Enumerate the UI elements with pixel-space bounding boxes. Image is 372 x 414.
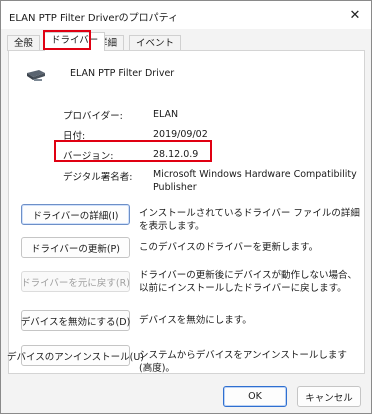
uninstall-device-button[interactable]: デバイスのアンインストール(U)	[7, 345, 144, 366]
window-title: ELAN PTP Filter Driverのプロパティ	[9, 13, 179, 24]
provider-label: プロバイダー:	[63, 111, 123, 122]
date-label: 日付:	[63, 131, 86, 142]
close-button[interactable]: ✕	[343, 4, 367, 26]
tab-bar: 全般 ドライバー 詳細 イベント	[1, 29, 371, 51]
version-value: 28.12.0.9	[153, 149, 199, 160]
device-name: ELAN PTP Filter Driver	[70, 68, 175, 79]
roll-back-driver-description: ドライバーの更新後にデバイスが動作しない場合、以前にインストールしたドライバーに…	[139, 270, 358, 294]
provider-value: ELAN	[153, 109, 179, 120]
signer-value-line: Microsoft Windows Hardware Compatibility	[153, 169, 357, 180]
date-value: 2019/09/02	[153, 129, 208, 140]
signer-value-line: Publisher	[153, 182, 197, 193]
close-icon: ✕	[349, 7, 361, 23]
properties-dialog: ELAN PTP Filter Driverのプロパティ ✕ 全般 ドライバー …	[0, 0, 372, 414]
touchpad-device-icon	[27, 70, 45, 81]
update-driver-description: このデバイスのドライバーを更新します。	[139, 242, 319, 253]
driver-panel: ELAN PTP Filter Driver プロバイダー: ELAN 日付: …	[7, 50, 365, 374]
version-label: バージョン:	[63, 151, 114, 162]
title-bar: ELAN PTP Filter Driverのプロパティ ✕	[1, 1, 371, 29]
roll-back-driver-button[interactable]: ドライバーを元に戻す(R)	[21, 271, 130, 292]
tab-events[interactable]: イベント	[129, 35, 182, 51]
ok-button[interactable]: OK	[223, 386, 287, 407]
disable-device-description: デバイスを無効にします。	[139, 315, 252, 326]
signer-label: デジタル署名者:	[63, 172, 133, 183]
driver-details-description: インストールされているドライバー ファイルの詳細を表示します。	[139, 208, 360, 232]
signer-value: Microsoft Windows Hardware Compatibility…	[153, 168, 357, 194]
update-driver-button[interactable]: ドライバーの更新(P)	[21, 237, 130, 258]
cancel-button[interactable]: キャンセル	[297, 386, 361, 407]
tab-driver[interactable]: ドライバー	[44, 32, 106, 51]
driver-details-button[interactable]: ドライバーの詳細(I)	[21, 204, 130, 225]
tab-general[interactable]: 全般	[7, 35, 41, 51]
disable-device-button[interactable]: デバイスを無効にする(D)	[21, 310, 130, 331]
uninstall-device-description: システムからデバイスをアンインストールします (高度)。	[139, 350, 347, 374]
